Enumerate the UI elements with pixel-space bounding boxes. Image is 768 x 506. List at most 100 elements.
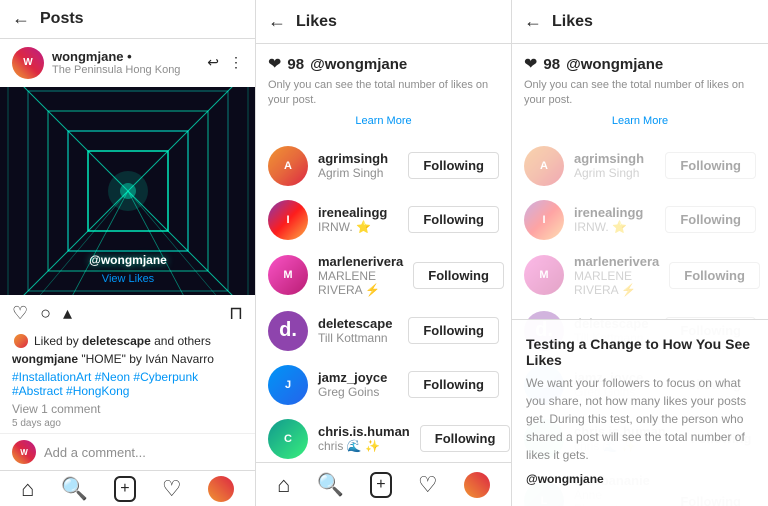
likes-list-middle: AagrimsinghAgrim SinghFollowingIireneali… bbox=[256, 135, 511, 462]
like-item: AagrimsinghAgrim Singh Following bbox=[512, 139, 768, 193]
like-realname: Till Kottmann bbox=[318, 331, 398, 345]
follow-button[interactable]: Following bbox=[413, 262, 504, 289]
like-item: Cchris.is.humanchris 🌊 ✨ Following bbox=[256, 412, 511, 462]
follow-button[interactable]: Following bbox=[408, 371, 499, 398]
modal-text: We want your followers to focus on what … bbox=[526, 374, 754, 464]
nav-search-icon-2[interactable]: 🔍 bbox=[317, 472, 344, 498]
like-username[interactable]: agrimsingh bbox=[574, 151, 655, 166]
follow-button[interactable]: Following bbox=[408, 152, 499, 179]
like-username[interactable]: deletescape bbox=[318, 316, 398, 331]
nav-home-icon[interactable]: ⌂ bbox=[21, 476, 34, 502]
post-actions: ↩ ⋮ bbox=[207, 54, 243, 71]
follow-button[interactable]: Following bbox=[408, 206, 499, 233]
back-arrow-modal-icon[interactable]: ← bbox=[524, 11, 542, 32]
follow-button[interactable]: Following bbox=[408, 317, 499, 344]
likes-username-middle: @wongmjane bbox=[310, 56, 407, 73]
nav-heart-icon[interactable]: ♡ bbox=[162, 476, 182, 502]
modal-title: Testing a Change to How You See Likes bbox=[526, 336, 754, 368]
like-item: IirenealinggIRNW. ⭐ Following bbox=[256, 193, 511, 247]
likes-header-middle: ← Likes bbox=[256, 0, 511, 44]
heart-count-icon: ❤ bbox=[268, 54, 281, 74]
post-username[interactable]: wongmjane • bbox=[52, 49, 199, 64]
view-likes-link[interactable]: View Likes bbox=[102, 273, 154, 285]
like-username[interactable]: agrimsingh bbox=[318, 151, 398, 166]
post-caption: wongmjane "HOME" by Iván Navarro bbox=[0, 352, 255, 370]
like-info: marleneriveraMARLENE RIVERA ⚡ bbox=[318, 254, 403, 297]
like-realname: chris 🌊 ✨ bbox=[318, 439, 410, 453]
like-avatar[interactable]: I bbox=[524, 200, 564, 240]
nav-search-icon[interactable]: 🔍 bbox=[61, 476, 88, 502]
like-realname: IRNW. ⭐ bbox=[318, 220, 398, 234]
bottom-nav-posts: ⌂ 🔍 + ♡ bbox=[0, 470, 255, 506]
nav-home-icon-2[interactable]: ⌂ bbox=[277, 472, 290, 498]
comment-input[interactable]: Add a comment... bbox=[44, 445, 243, 460]
like-avatar[interactable]: J bbox=[268, 365, 308, 405]
posts-title: Posts bbox=[40, 10, 84, 28]
likes-title-modal: Likes bbox=[552, 13, 593, 31]
likes-count-modal: 98 bbox=[543, 56, 560, 73]
follow-button[interactable]: Following bbox=[665, 206, 756, 233]
bookmark-icon[interactable]: ⊓ bbox=[229, 303, 243, 324]
follow-button[interactable]: Following bbox=[669, 262, 760, 289]
post-user-info: wongmjane • The Peninsula Hong Kong bbox=[52, 49, 199, 76]
nav-profile-icon-2[interactable] bbox=[464, 472, 490, 498]
like-username[interactable]: marlenerivera bbox=[318, 254, 403, 269]
hashtags[interactable]: #InstallationArt #Neon #Cyberpunk #Abstr… bbox=[0, 370, 255, 402]
like-icon[interactable]: ♡ bbox=[12, 303, 28, 324]
like-username[interactable]: irenealingg bbox=[318, 205, 398, 220]
share-icon[interactable]: ▴ bbox=[63, 303, 72, 324]
posts-panel: ← Posts W wongmjane • The Peninsula Hong… bbox=[0, 0, 256, 506]
likes-info-modal: ❤ 98 @wongmjane Only you can see the tot… bbox=[512, 44, 768, 135]
liked-row: Liked by deletescape and others bbox=[0, 332, 255, 352]
like-avatar[interactable]: A bbox=[268, 146, 308, 186]
follow-button[interactable]: Following bbox=[420, 425, 511, 452]
likes-panel-middle: ← Likes ❤ 98 @wongmjane Only you can see… bbox=[256, 0, 512, 506]
learn-more-link-modal[interactable]: Learn More bbox=[612, 115, 668, 127]
follow-button[interactable]: Following bbox=[665, 152, 756, 179]
comment-avatar: W bbox=[12, 440, 36, 464]
like-avatar[interactable]: C bbox=[268, 419, 308, 459]
like-username[interactable]: jamz_joyce bbox=[318, 370, 398, 385]
comment-row: W Add a comment... bbox=[0, 433, 255, 470]
nav-profile-icon[interactable] bbox=[208, 476, 234, 502]
like-avatar[interactable]: A bbox=[524, 146, 564, 186]
more-icon[interactable]: ⋮ bbox=[229, 54, 243, 71]
post-image-username: @wongmjane bbox=[89, 253, 167, 267]
likes-title-middle: Likes bbox=[296, 13, 337, 31]
like-avatar[interactable]: M bbox=[268, 255, 308, 295]
nav-add-icon[interactable]: + bbox=[114, 476, 135, 502]
like-info: irenealinggIRNW. ⭐ bbox=[574, 205, 655, 234]
nav-heart-icon-2[interactable]: ♡ bbox=[418, 472, 438, 498]
post-location: The Peninsula Hong Kong bbox=[52, 64, 199, 76]
like-username[interactable]: marlenerivera bbox=[574, 254, 659, 269]
like-username[interactable]: chris.is.human bbox=[318, 424, 410, 439]
like-avatar[interactable]: d. bbox=[268, 311, 308, 351]
like-item: MmarleneriveraMARLENE RIVERA ⚡ Following bbox=[256, 247, 511, 304]
like-item: MmarleneriveraMARLENE RIVERA ⚡ Following bbox=[512, 247, 768, 304]
like-realname: MARLENE RIVERA ⚡ bbox=[318, 269, 403, 297]
like-avatar[interactable]: I bbox=[268, 200, 308, 240]
back-arrow-icon[interactable]: ← bbox=[12, 8, 30, 29]
like-avatar[interactable]: M bbox=[524, 255, 564, 295]
modal-username: @wongmjane bbox=[526, 472, 754, 486]
comment-icon[interactable]: ○ bbox=[40, 303, 51, 324]
like-username[interactable]: irenealingg bbox=[574, 205, 655, 220]
like-realname: Agrim Singh bbox=[574, 166, 655, 180]
reply-icon[interactable]: ↩ bbox=[207, 54, 219, 71]
like-realname: Agrim Singh bbox=[318, 166, 398, 180]
back-arrow-likes-icon[interactable]: ← bbox=[268, 11, 286, 32]
likes-count-middle: 98 bbox=[287, 56, 304, 73]
post-interactions: ♡ ○ ▴ ⊓ bbox=[0, 295, 255, 332]
likes-header-modal: ← Likes bbox=[512, 0, 768, 44]
like-info: chris.is.humanchris 🌊 ✨ bbox=[318, 424, 410, 453]
learn-more-link-middle[interactable]: Learn More bbox=[355, 115, 411, 127]
avatar[interactable]: W bbox=[12, 47, 44, 79]
bottom-nav-likes: ⌂ 🔍 + ♡ bbox=[256, 462, 511, 506]
like-info: marleneriveraMARLENE RIVERA ⚡ bbox=[574, 254, 659, 297]
likes-info-middle: ❤ 98 @wongmjane Only you can see the tot… bbox=[256, 44, 511, 135]
likes-description-middle: Only you can see the total number of lik… bbox=[268, 78, 499, 109]
heart-count-modal-icon: ❤ bbox=[524, 54, 537, 74]
nav-add-icon-2[interactable]: + bbox=[370, 472, 391, 498]
view-comments[interactable]: View 1 comment bbox=[0, 402, 255, 418]
like-info: jamz_joyceGreg Goins bbox=[318, 370, 398, 399]
